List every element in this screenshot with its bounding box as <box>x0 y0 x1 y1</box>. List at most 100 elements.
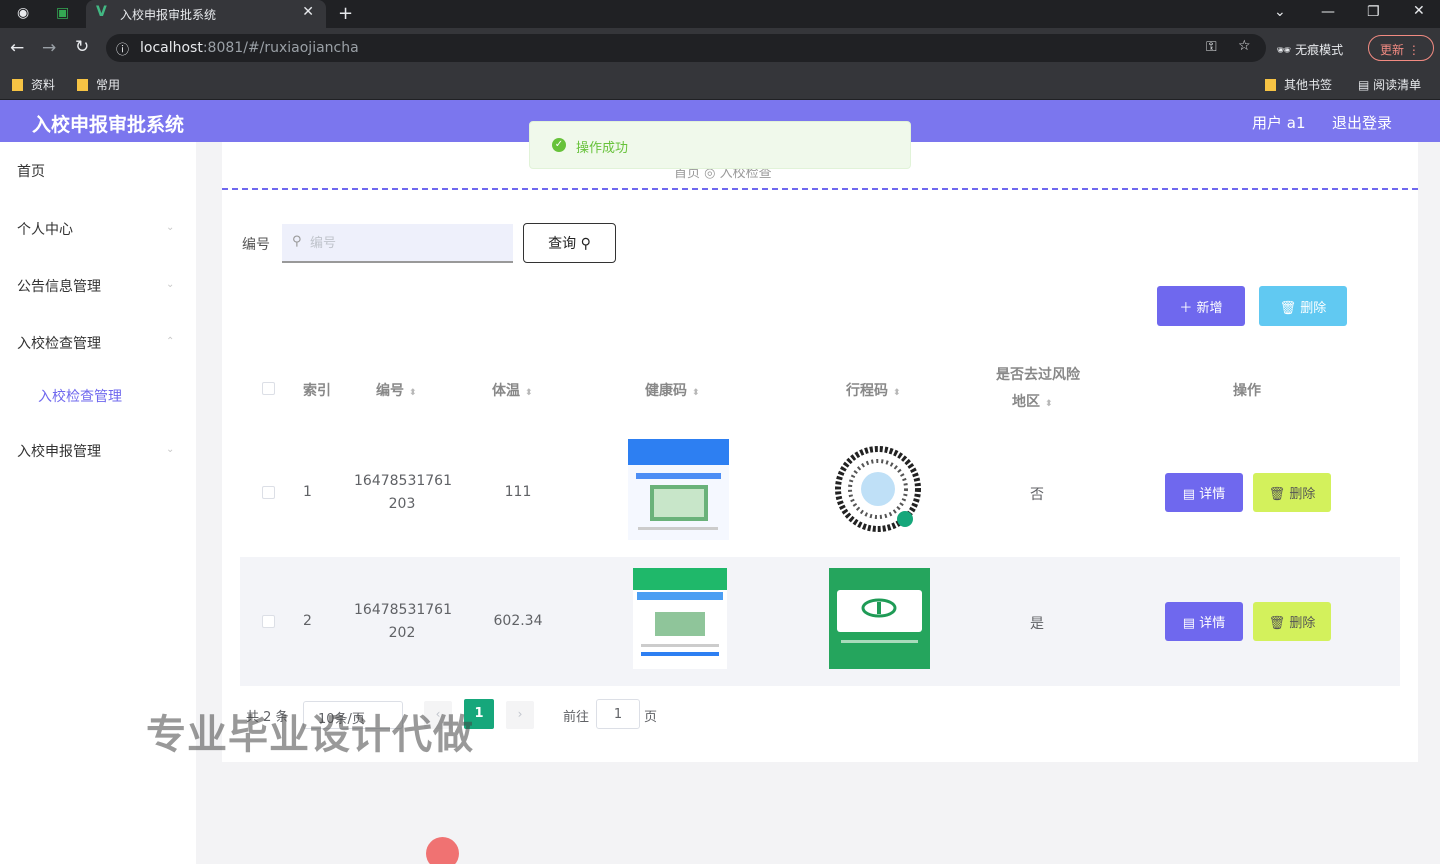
chevron-down-icon: ⌄ <box>166 222 175 233</box>
row-checkbox[interactable] <box>262 615 275 628</box>
key-icon[interactable]: ⚿ <box>1206 39 1217 55</box>
header-id[interactable]: 编号 ⬍ <box>376 380 417 400</box>
header-health[interactable]: 健康码 ⬍ <box>645 380 700 400</box>
incognito-label[interactable]: 🕶 无痕模式 <box>1276 41 1343 58</box>
toast-message: 操作成功 <box>576 141 629 156</box>
minimize-icon[interactable]: — <box>1321 4 1335 20</box>
maximize-icon[interactable]: ❐ <box>1367 4 1380 20</box>
table-row: 1 16478531761 203 111 否 ▤ 详情 🗑 删除 <box>240 428 1400 557</box>
row-delete-button[interactable]: 🗑 删除 <box>1253 473 1331 512</box>
star-icon[interactable]: ☆ <box>1238 38 1251 54</box>
trip-code-image[interactable] <box>828 439 929 540</box>
sidebar-item-profile[interactable]: 个人中心 <box>17 219 73 239</box>
search-icon: ⚲ <box>292 234 302 249</box>
cell-temp: 602.34 <box>493 613 543 629</box>
sort-icon[interactable]: ⬍ <box>692 388 700 398</box>
sidebar-item-home[interactable]: 首页 <box>17 161 45 181</box>
cell-risk: 否 <box>1030 487 1044 503</box>
add-button[interactable]: ＋ 新增 <box>1157 286 1245 326</box>
sidebar-item-declare[interactable]: 入校申报管理 <box>17 441 101 461</box>
reading-list-icon: ▤ <box>1358 78 1374 92</box>
reading-list[interactable]: ▤ 阅读清单 <box>1358 76 1421 93</box>
cell-index: 2 <box>303 613 312 629</box>
row-delete-button[interactable]: 🗑 删除 <box>1253 602 1331 641</box>
header-risk: 是否去过风险 <box>996 367 1080 383</box>
bookmark-folder[interactable]: 资料 <box>12 76 55 93</box>
update-button[interactable]: 更新 ⋮ <box>1368 35 1434 61</box>
tab-title: 入校申报审批系统 <box>120 8 217 22</box>
goto-label: 前往 <box>563 710 590 725</box>
page-label: 页 <box>644 710 658 725</box>
row-checkbox[interactable] <box>262 486 275 499</box>
success-toast: ✓ 操作成功 <box>529 121 911 169</box>
table-row: 2 16478531761 202 602.34 是 ▤ 详情 🗑 删除 <box>240 557 1400 686</box>
header-ops: 操作 <box>1233 383 1261 399</box>
window-close-icon[interactable]: ✕ <box>1413 3 1425 19</box>
search-box: ⚲ <box>282 224 513 263</box>
browser-menu-icon[interactable]: ◉ <box>17 5 29 21</box>
batch-delete-button[interactable]: 🗑 删除 <box>1259 286 1347 326</box>
extension-icon[interactable]: ▣ <box>56 5 69 21</box>
folder-icon <box>1265 79 1276 91</box>
back-icon[interactable]: ← <box>10 38 24 58</box>
page-jump-input[interactable]: 1 <box>596 699 640 729</box>
browser-tab[interactable]: V 入校申报审批系统 ✕ <box>86 0 326 28</box>
search-label: 编号 <box>242 237 270 253</box>
chevron-down-icon: ⌄ <box>166 279 175 290</box>
document-icon: ▤ <box>1182 616 1200 631</box>
sort-icon[interactable]: ⬍ <box>893 388 901 398</box>
query-button[interactable]: 查询 ⚲ <box>523 223 616 263</box>
cell-id: 16478531761 203 <box>354 473 452 512</box>
sidebar-subitem-check[interactable]: 入校检查管理 <box>38 386 122 406</box>
header-index: 索引 <box>303 383 331 399</box>
watermark: 专业毕业设计代做 <box>146 712 474 758</box>
detail-button[interactable]: ▤ 详情 <box>1165 473 1243 512</box>
reload-icon[interactable]: ↻ <box>75 37 89 57</box>
folder-icon <box>12 79 23 91</box>
close-icon[interactable]: ✕ <box>302 4 314 20</box>
bookmark-folder[interactable]: 常用 <box>77 76 120 93</box>
address-bar: ← → ↻ ⓘ localhost:8081/#/ruxiaojiancha ⚿… <box>0 28 1440 68</box>
document-icon: ▤ <box>1182 487 1200 502</box>
check-circle-icon: ✓ <box>552 138 566 152</box>
user-label: 用户 a1 <box>1252 114 1306 132</box>
cell-index: 1 <box>303 484 312 500</box>
trip-card-image[interactable] <box>829 568 930 669</box>
next-page-icon[interactable]: › <box>506 701 534 729</box>
header-temp[interactable]: 体温 ⬍ <box>492 380 533 400</box>
forward-icon[interactable]: → <box>42 38 56 58</box>
sidebar-item-notice[interactable]: 公告信息管理 <box>17 276 101 296</box>
select-all-checkbox[interactable] <box>262 382 275 395</box>
sidebar-item-check[interactable]: 入校检查管理 <box>17 333 101 353</box>
chevron-down-icon[interactable]: ⌄ <box>1274 4 1286 20</box>
info-icon[interactable]: ⓘ <box>116 39 129 58</box>
url-field[interactable]: ⓘ localhost:8081/#/ruxiaojiancha ⚿ ☆ <box>106 34 1266 62</box>
sort-icon[interactable]: ⬍ <box>409 388 417 398</box>
bookmarks-bar: 资料 常用 其他书签 ▤ 阅读清单 <box>0 68 1440 100</box>
trash-icon: 🗑 <box>1268 487 1290 502</box>
health-code-image[interactable] <box>633 568 727 669</box>
sort-icon[interactable]: ⬍ <box>525 388 533 398</box>
trash-icon: 🗑 <box>1268 616 1290 631</box>
divider <box>222 188 1418 190</box>
url-text: localhost:8081/#/ruxiaojiancha <box>140 40 359 56</box>
health-code-image[interactable] <box>628 439 729 540</box>
detail-button[interactable]: ▤ 详情 <box>1165 602 1243 641</box>
cell-risk: 是 <box>1030 616 1044 632</box>
search-input[interactable] <box>310 232 500 254</box>
header-trip[interactable]: 行程码 ⬍ <box>846 380 901 400</box>
chevron-down-icon: ⌄ <box>166 444 175 455</box>
other-bookmarks[interactable]: 其他书签 <box>1265 76 1332 93</box>
chevron-up-icon: ⌃ <box>166 336 175 347</box>
logout-link[interactable]: 退出登录 <box>1332 112 1392 133</box>
table-header: 索引 编号 ⬍ 体温 ⬍ 健康码 ⬍ 行程码 ⬍ 是否去过风险 地区 ⬍ 操作 <box>240 350 1400 426</box>
browser-tabbar: ◉ ▣ V 入校申报审批系统 ✕ + ⌄ — ❐ ✕ <box>0 0 1440 28</box>
new-tab-icon[interactable]: + <box>338 3 353 24</box>
main-content: 首页 ◎ 入校检查 编号 ⚲ 查询 ⚲ ＋ 新增 🗑 删除 索引 编号⬍ 体温⬍… <box>222 142 1418 762</box>
cursor-highlight <box>426 837 459 864</box>
vue-logo-icon: V <box>96 4 107 20</box>
cell-temp: 111 <box>504 484 532 500</box>
cell-id: 16478531761 202 <box>354 602 452 641</box>
header-risk-sub[interactable]: 地区 ⬍ <box>1012 391 1053 411</box>
sort-icon[interactable]: ⬍ <box>1045 399 1053 409</box>
